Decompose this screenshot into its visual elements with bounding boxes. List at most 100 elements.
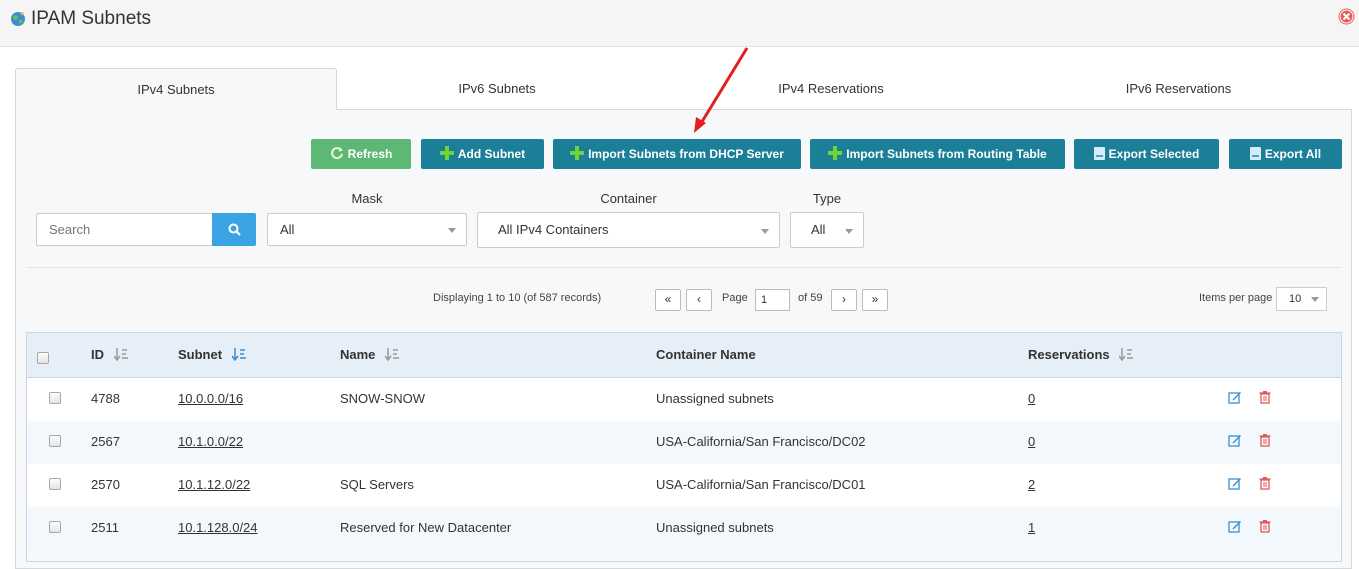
cell-reservations-link[interactable]: 1 (1028, 520, 1035, 535)
table-header: ID Subnet Name Container Name Reservatio… (27, 333, 1341, 378)
header-id-label: ID (91, 347, 104, 362)
delete-icon[interactable] (1258, 519, 1272, 533)
items-per-page-value: 10 (1289, 293, 1302, 305)
import-dhcp-button[interactable]: Import Subnets from DHCP Server (553, 139, 801, 169)
select-all-checkbox[interactable] (37, 352, 49, 364)
next-page-button[interactable]: › (831, 289, 857, 311)
header-container: Container Name (656, 347, 756, 362)
header-subnet[interactable]: Subnet (178, 347, 246, 362)
row-checkbox[interactable] (49, 435, 61, 447)
cell-container: USA-California/San Francisco/DC01 (656, 477, 866, 492)
cell-container: Unassigned subnets (656, 391, 774, 406)
cell-id: 4788 (91, 391, 120, 406)
sort-icon (385, 347, 400, 361)
type-value: All (811, 222, 826, 237)
table-row[interactable]: 2511 10.1.128.0/24 Reserved for New Data… (27, 507, 1341, 550)
plus-icon (828, 146, 843, 161)
cell-name: SQL Servers (340, 477, 414, 492)
table-row[interactable]: 2567 10.1.0.0/22 USA-California/San Fran… (27, 421, 1341, 464)
sort-icon-active (231, 347, 246, 361)
refresh-label: Refresh (347, 147, 393, 161)
add-subnet-button[interactable]: Add Subnet (421, 139, 544, 169)
edit-icon[interactable] (1228, 433, 1242, 447)
cell-subnet-link[interactable]: 10.1.128.0/24 (178, 520, 258, 535)
first-page-button[interactable]: « (655, 289, 681, 311)
export-all-button[interactable]: Export All (1229, 139, 1342, 169)
type-select[interactable]: All (790, 212, 864, 248)
type-label: Type (812, 191, 842, 206)
items-per-page-select[interactable]: 10 (1276, 287, 1327, 311)
cell-container: Unassigned subnets (656, 520, 774, 535)
export-all-label: Export All (1264, 147, 1322, 161)
cell-id: 2570 (91, 477, 120, 492)
tab-ipv6-reservations[interactable]: IPv6 Reservations (1005, 68, 1352, 110)
page-number-input[interactable]: 1 (755, 289, 790, 311)
search-input[interactable] (36, 213, 213, 246)
csv-file-icon (1093, 146, 1105, 160)
last-page-button[interactable]: » (862, 289, 888, 311)
delete-icon[interactable] (1258, 433, 1272, 447)
header-id[interactable]: ID (91, 347, 128, 362)
search-icon (228, 223, 241, 236)
tab-ipv4-subnets[interactable]: IPv4 Subnets (15, 68, 337, 110)
refresh-button[interactable]: Refresh (311, 139, 411, 169)
tab-bar: IPv4 Subnets IPv6 Subnets IPv4 Reservati… (15, 68, 1352, 110)
plus-icon (439, 146, 454, 161)
tab-ipv6-subnets[interactable]: IPv6 Subnets (337, 68, 657, 110)
header-subnet-label: Subnet (178, 347, 223, 362)
delete-icon[interactable] (1258, 476, 1272, 490)
header-name-label: Name (340, 347, 376, 362)
cell-subnet-link[interactable]: 10.0.0.0/16 (178, 391, 243, 406)
import-routing-label: Import Subnets from Routing Table (846, 147, 1047, 161)
refresh-icon (330, 147, 343, 160)
cell-subnet-link[interactable]: 10.1.12.0/22 (178, 477, 250, 492)
cell-name: Reserved for New Datacenter (340, 520, 512, 535)
page-label: Page (722, 292, 748, 304)
mask-label: Mask (351, 191, 383, 206)
edit-icon[interactable] (1228, 390, 1242, 404)
cell-reservations-link[interactable]: 2 (1028, 477, 1035, 492)
cell-id: 2567 (91, 434, 120, 449)
edit-icon[interactable] (1228, 476, 1242, 490)
globe-icon (11, 12, 25, 26)
table-row[interactable]: 2570 10.1.12.0/22 SQL Servers USA-Califo… (27, 464, 1341, 507)
chevron-down-icon (448, 228, 456, 233)
export-selected-button[interactable]: Export Selected (1074, 139, 1219, 169)
header-reservations[interactable]: Reservations (1028, 347, 1134, 362)
page-count: of 59 (798, 292, 823, 304)
header-name[interactable]: Name (340, 347, 400, 362)
divider (27, 267, 1342, 268)
container-select[interactable]: All IPv4 Containers (477, 212, 780, 248)
plus-icon (570, 146, 585, 161)
export-selected-label: Export Selected (1108, 147, 1200, 161)
mask-select[interactable]: All (267, 213, 467, 246)
row-checkbox[interactable] (49, 478, 61, 490)
close-icon[interactable] (1338, 8, 1355, 25)
chevron-down-icon (1311, 297, 1319, 302)
search-button[interactable] (212, 213, 256, 246)
table-row[interactable]: 4788 10.0.0.0/16 SNOW-SNOW Unassigned su… (27, 378, 1341, 421)
row-checkbox[interactable] (49, 521, 61, 533)
prev-page-button[interactable]: ‹ (686, 289, 712, 311)
sort-icon (1119, 347, 1134, 361)
cell-container: USA-California/San Francisco/DC02 (656, 434, 866, 449)
cell-reservations-link[interactable]: 0 (1028, 391, 1035, 406)
annotation-arrow (694, 47, 749, 133)
title-bar: IPAM Subnets (0, 0, 1359, 47)
delete-icon[interactable] (1258, 390, 1272, 404)
import-routing-button[interactable]: Import Subnets from Routing Table (810, 139, 1065, 169)
chevron-down-icon (761, 229, 769, 234)
row-checkbox[interactable] (49, 392, 61, 404)
cell-reservations-link[interactable]: 0 (1028, 434, 1035, 449)
window-title: IPAM Subnets (31, 8, 152, 29)
chevron-down-icon (845, 229, 853, 234)
subnets-table: ID Subnet Name Container Name Reservatio… (26, 332, 1342, 562)
add-subnet-label: Add Subnet (457, 147, 526, 161)
edit-icon[interactable] (1228, 519, 1242, 533)
items-per-page-label: Items per page (1199, 292, 1273, 304)
import-dhcp-label: Import Subnets from DHCP Server (588, 147, 784, 161)
displaying-records: Displaying 1 to 10 (of 587 records) (433, 292, 602, 304)
sort-icon (113, 347, 128, 361)
mask-value: All (280, 222, 295, 237)
cell-subnet-link[interactable]: 10.1.0.0/22 (178, 434, 243, 449)
